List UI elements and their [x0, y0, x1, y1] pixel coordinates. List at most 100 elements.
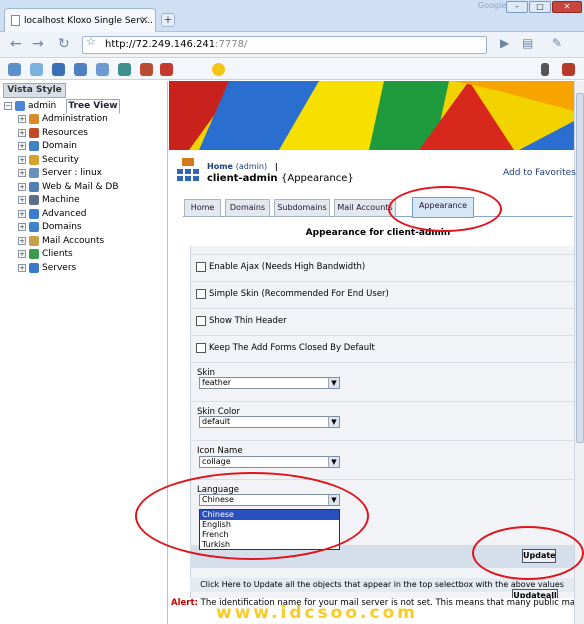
expand-icon[interactable]: + [18, 250, 26, 259]
tree-item-label: Security [42, 154, 79, 165]
tree-item[interactable]: + Domain [4, 140, 119, 154]
flag-icon[interactable] [541, 63, 549, 76]
skin-color-select[interactable]: default ▼ [199, 416, 340, 428]
tree-item-admin[interactable]: − admin [4, 99, 119, 113]
tree-item[interactable]: + Advanced [4, 207, 119, 221]
forward-icon[interactable]: → [32, 36, 44, 52]
chevron-down-icon[interactable]: ▼ [328, 495, 339, 505]
page-menu-icon[interactable]: ▤ [522, 36, 533, 50]
chevron-down-icon[interactable]: ▼ [328, 417, 339, 427]
chevron-down-icon[interactable]: ▼ [328, 457, 339, 467]
bug-icon[interactable] [562, 63, 575, 76]
tree-item[interactable]: + Machine [4, 194, 119, 208]
tools-menu-icon[interactable]: ✎ [552, 36, 562, 50]
expand-icon[interactable]: + [18, 115, 26, 124]
expand-icon[interactable]: + [18, 236, 26, 245]
expand-icon[interactable]: + [18, 155, 26, 164]
tree-item-icon [29, 222, 39, 233]
tree-item[interactable]: + Web & Mail & DB [4, 180, 119, 194]
tab-mail-accounts[interactable]: Mail Accounts [334, 199, 396, 217]
language-option[interactable]: Turkish [200, 540, 339, 550]
collapse-icon[interactable]: − [4, 101, 12, 110]
reload-icon[interactable]: ↻ [58, 36, 70, 52]
add-to-favorites-link[interactable]: Add to Favorites [503, 168, 576, 178]
expand-icon[interactable]: + [18, 263, 26, 272]
language-option[interactable]: French [200, 530, 339, 540]
language-select[interactable]: Chinese ▼ [199, 494, 340, 506]
language-option[interactable]: Chinese [200, 510, 339, 520]
home-icon [177, 158, 199, 181]
page-title-main: client-admin [207, 173, 278, 184]
tree-item-icon [29, 154, 39, 165]
tree-item-icon [29, 249, 39, 260]
tab-home[interactable]: Home [184, 199, 221, 217]
bookmark-icon[interactable] [140, 63, 153, 76]
option-label: Keep The Add Forms Closed By Default [209, 342, 375, 353]
navigation-bar: ← → ↻ http://72.249.146.241:7778/ ☆ ▶ ▤ … [0, 32, 584, 58]
breadcrumb-home-link[interactable]: Home [207, 162, 233, 171]
expand-icon[interactable]: + [18, 182, 26, 191]
tree-item[interactable]: + Domains [4, 221, 119, 235]
breadcrumb-separator: | [274, 162, 278, 171]
language-option[interactable]: English [200, 520, 339, 530]
minimize-button[interactable]: – [506, 1, 528, 13]
expand-icon[interactable]: + [18, 196, 26, 205]
tree-item-icon [29, 141, 39, 152]
bookmark-icon[interactable] [52, 63, 65, 76]
expand-icon[interactable]: + [18, 142, 26, 151]
keep-forms-closed-checkbox[interactable] [196, 342, 206, 353]
browser-tab-title: localhost Kloxo Single Serv... [24, 15, 153, 26]
tree-item[interactable]: + Mail Accounts [4, 234, 119, 248]
tab-vista-style[interactable]: Vista Style [3, 83, 66, 98]
breadcrumb-sub[interactable]: (admin) [236, 162, 267, 171]
enable-ajax-checkbox[interactable] [196, 261, 206, 272]
back-icon[interactable]: ← [10, 36, 22, 52]
tree-item-label: Domains [42, 222, 82, 233]
new-tab-button[interactable]: + [161, 13, 175, 27]
expand-icon[interactable]: + [18, 209, 26, 218]
page-title-sub: {Appearance} [280, 173, 354, 184]
close-tab-icon[interactable]: × [140, 13, 149, 26]
address-bar[interactable]: http://72.249.146.241:7778/ [82, 36, 487, 54]
bookmark-icon[interactable] [74, 63, 87, 76]
simple-skin-checkbox[interactable] [196, 288, 206, 299]
left-panel: Vista Style Tree View − admin + Administr… [0, 81, 168, 624]
tree-item[interactable]: + Servers [4, 261, 119, 275]
expand-icon[interactable]: + [18, 128, 26, 137]
tab-domains[interactable]: Domains [225, 199, 270, 217]
tree-item-label: Clients [42, 249, 73, 260]
update-button[interactable]: Update [522, 549, 556, 563]
tab-subdomains[interactable]: Subdomains [274, 199, 330, 217]
bookmark-icon[interactable] [118, 63, 131, 76]
vertical-scrollbar[interactable] [574, 81, 584, 624]
tab-appearance[interactable]: Appearance [412, 197, 474, 218]
expand-icon[interactable]: + [18, 169, 26, 178]
tree-item[interactable]: + Server : linux [4, 167, 119, 181]
language-select-value: Chinese [202, 495, 234, 504]
skin-select[interactable]: feather ▼ [199, 377, 340, 389]
tree-item-icon [29, 114, 39, 125]
go-icon[interactable]: ▶ [500, 36, 509, 50]
expand-icon[interactable]: + [18, 223, 26, 232]
tree-item-label: Domain [42, 141, 77, 152]
window-close-button[interactable]: ✕ [552, 1, 582, 13]
address-port: :7778/ [215, 39, 248, 50]
star-bookmark-icon[interactable] [212, 63, 225, 76]
chevron-down-icon[interactable]: ▼ [328, 378, 339, 388]
tree-item[interactable]: + Resources [4, 126, 119, 140]
tree-item[interactable]: + Security [4, 153, 119, 167]
language-dropdown: Chinese English French Turkish [199, 509, 340, 550]
bookmark-icon[interactable] [30, 63, 43, 76]
bookmark-icon[interactable] [160, 63, 173, 76]
icon-name-select[interactable]: collage ▼ [199, 456, 340, 468]
maximize-button[interactable]: □ [529, 1, 551, 13]
bookmark-star-icon[interactable]: ☆ [86, 35, 96, 48]
tree-item-icon [29, 208, 39, 219]
tree-item[interactable]: + Administration [4, 113, 119, 127]
tree-item[interactable]: + Clients [4, 248, 119, 262]
bookmark-icon[interactable] [96, 63, 109, 76]
browser-tab[interactable]: localhost Kloxo Single Serv... × [4, 8, 156, 32]
thin-header-checkbox[interactable] [196, 315, 206, 326]
bookmark-icon[interactable] [8, 63, 21, 76]
scrollbar-thumb[interactable] [576, 93, 584, 443]
